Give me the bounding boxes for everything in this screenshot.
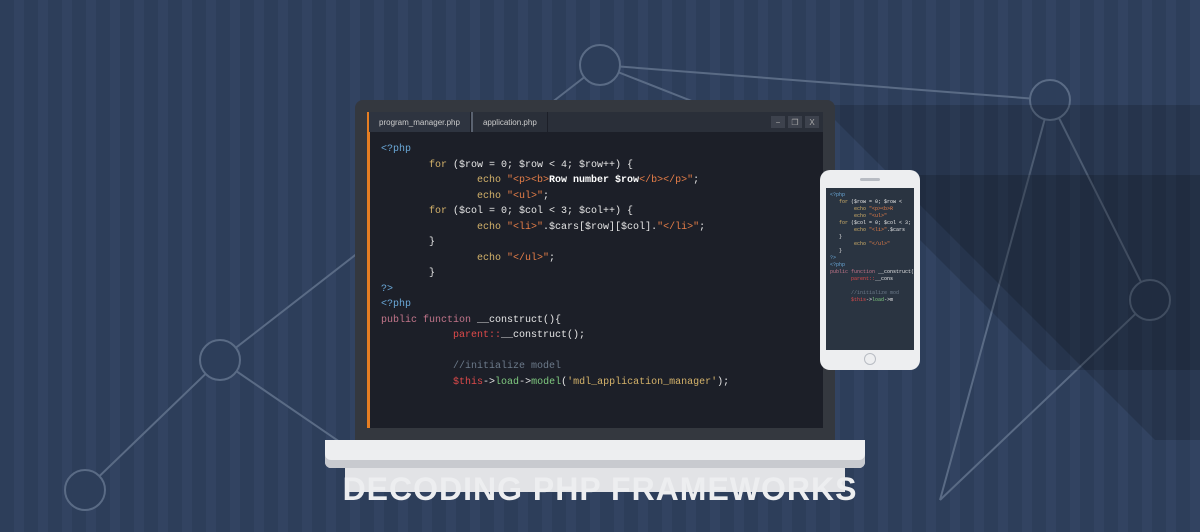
code-token: (){ xyxy=(911,269,914,275)
code-token: (){ xyxy=(543,315,561,326)
code-token: <?php xyxy=(830,192,845,198)
code-token: <?php xyxy=(381,299,411,310)
code-token: for xyxy=(429,160,447,171)
code-token: public function xyxy=(830,269,878,275)
editor-tabbar: program_manager.php application.php − ❐ … xyxy=(367,112,823,132)
code-token: ; xyxy=(699,222,705,233)
code-token: public function xyxy=(381,315,477,326)
code-token: (); xyxy=(567,330,585,341)
code-token: <?php xyxy=(830,262,845,268)
code-token: ($row = 0; $row < 4; $row++) { xyxy=(447,160,633,171)
code-token: load xyxy=(872,297,884,303)
phone-screen: <?php for ($row = 0; $row < echo "<p><b>… xyxy=(826,188,914,350)
code-token: $this xyxy=(453,377,483,388)
code-token: ($col = 0; $col < 3; xyxy=(848,220,911,226)
code-token: echo xyxy=(854,241,869,247)
laptop-screen: program_manager.php application.php − ❐ … xyxy=(355,100,835,440)
code-token: model xyxy=(531,377,561,388)
code-token: -> xyxy=(483,377,495,388)
code-token: for xyxy=(429,206,447,217)
code-token: } xyxy=(839,248,842,254)
code-token: } xyxy=(429,268,435,279)
code-token: "</li>" xyxy=(657,222,699,233)
code-token: "<li>" xyxy=(507,222,543,233)
code-token: "</ul>" xyxy=(869,241,890,247)
code-token: __construct xyxy=(477,315,543,326)
code-token: for xyxy=(839,199,848,205)
code-token: "<p><b>R xyxy=(869,206,893,212)
code-token: <?php xyxy=(381,144,411,155)
code-token: __construct xyxy=(501,330,567,341)
code-token: $this xyxy=(851,297,866,303)
tab-label: program_manager.php xyxy=(379,118,460,127)
code-token: for xyxy=(839,220,848,226)
minimize-button[interactable]: − xyxy=(771,116,785,128)
tab-application[interactable]: application.php xyxy=(471,112,548,132)
code-token: ($col = 0; $col < 3; $col++) { xyxy=(447,206,633,217)
code-token: "<li>" xyxy=(869,227,887,233)
phone-illustration: <?php for ($row = 0; $row < echo "<p><b>… xyxy=(820,170,920,370)
tab-label: application.php xyxy=(483,118,537,127)
code-token: "<ul>" xyxy=(507,191,543,202)
code-token: ; xyxy=(693,175,699,186)
code-token: ; xyxy=(549,253,555,264)
phone-home-button xyxy=(864,353,876,365)
code-token: echo xyxy=(477,253,507,264)
code-token: } xyxy=(839,234,842,240)
code-token: echo xyxy=(854,206,869,212)
code-token: ?> xyxy=(381,284,393,295)
maximize-button[interactable]: ❐ xyxy=(788,116,802,128)
code-token: ->m xyxy=(884,297,893,303)
laptop-base xyxy=(325,440,865,468)
code-token: </b></p>" xyxy=(639,175,693,186)
code-token: ; xyxy=(543,191,549,202)
code-token: __cons xyxy=(875,276,893,282)
code-token: echo xyxy=(477,222,507,233)
code-token: echo xyxy=(477,175,507,186)
code-token: .$cars xyxy=(887,227,905,233)
code-token: parent:: xyxy=(453,330,501,341)
code-token: } xyxy=(429,237,435,248)
code-token: //initialize mod xyxy=(851,290,899,296)
code-token: //initialize model xyxy=(453,361,561,372)
code-token: 'mdl_application_manager' xyxy=(567,377,717,388)
code-token: ?> xyxy=(830,255,836,261)
code-token: Row number $row xyxy=(549,175,639,186)
code-token: -> xyxy=(519,377,531,388)
code-token: "</ul>" xyxy=(507,253,549,264)
code-token: echo xyxy=(854,227,869,233)
close-button[interactable]: X xyxy=(805,116,819,128)
code-token: "<p><b> xyxy=(507,175,549,186)
window-controls: − ❐ X xyxy=(771,112,823,132)
page-title: DECODING PHP FRAMEWORKS xyxy=(343,471,858,508)
code-token: ); xyxy=(717,377,729,388)
tab-program-manager[interactable]: program_manager.php xyxy=(367,112,471,132)
code-token: "<ul>" xyxy=(869,213,887,219)
code-token: __construct xyxy=(878,269,911,275)
code-token: .$cars[$row][$col]. xyxy=(543,222,657,233)
code-token: load xyxy=(495,377,519,388)
phone-speaker xyxy=(860,178,880,181)
code-token: ($row = 0; $row < xyxy=(848,199,902,205)
laptop-illustration: program_manager.php application.php − ❐ … xyxy=(355,100,835,468)
code-editor: <?php for ($row = 0; $row < 4; $row++) {… xyxy=(367,132,823,400)
code-token: echo xyxy=(477,191,507,202)
code-token: echo xyxy=(854,213,869,219)
active-file-indicator xyxy=(367,132,370,428)
code-token: parent:: xyxy=(851,276,875,282)
